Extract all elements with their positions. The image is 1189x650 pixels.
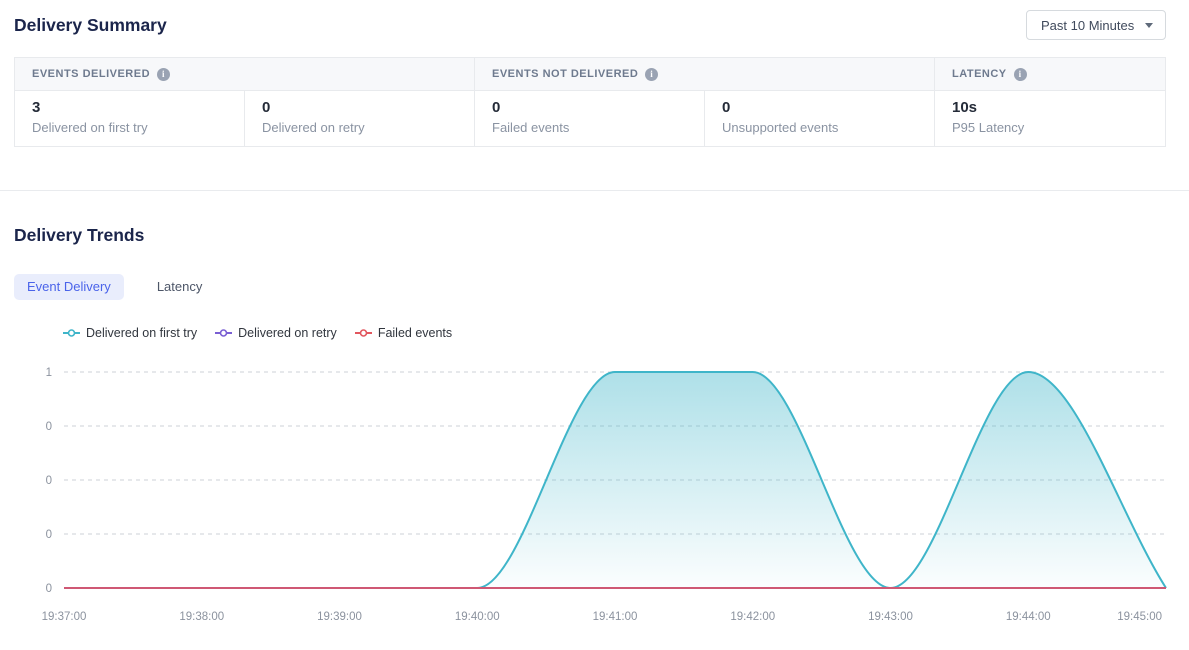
legend-marker-icon [62, 328, 81, 338]
metric-p95-latency: 10s P95 Latency [935, 91, 1165, 147]
x-axis-label: 19:37:00 [42, 611, 87, 623]
delivery-dashboard: Delivery Summary Past 10 Minutes EVENTS … [0, 0, 1189, 650]
page-title: Delivery Summary [14, 15, 167, 36]
legend-marker-icon [214, 328, 233, 338]
summary-column-header-events-delivered: EVENTS DELIVERED i [15, 58, 475, 90]
metric-value: 0 [492, 99, 704, 116]
time-range-value: Past 10 Minutes [1041, 18, 1134, 33]
x-axis-label: 19:39:00 [317, 611, 362, 623]
topbar: Delivery Summary Past 10 Minutes [14, 0, 1166, 50]
summary-column-header-events-not-delivered: EVENTS NOT DELIVERED i [475, 58, 935, 90]
summary-column-label: EVENTS DELIVERED [32, 68, 150, 80]
x-axis-label: 19:44:00 [1006, 611, 1051, 623]
metric-label: P95 Latency [952, 120, 1165, 135]
trends-title: Delivery Trends [14, 225, 144, 246]
metric-value: 3 [32, 99, 244, 116]
x-axis-label: 19:38:00 [179, 611, 224, 623]
metric-value: 0 [262, 99, 474, 116]
y-axis-label: 0 [46, 529, 52, 541]
summary-column-label: EVENTS NOT DELIVERED [492, 68, 638, 80]
legend-label: Delivered on retry [238, 326, 337, 340]
summary-table-body: 3 Delivered on first try 0 Delivered on ret… [15, 91, 1165, 147]
summary-table: EVENTS DELIVEREDiEVENTS NOT DELIVEREDiLA… [14, 57, 1166, 147]
metric-label: Unsupported events [722, 120, 934, 135]
metric-failed-events: 0 Failed events [475, 91, 705, 147]
chart-legend: Delivered on first try Delivered on retry… [62, 326, 452, 340]
info-icon[interactable]: i [1014, 68, 1027, 81]
legend-label: Failed events [378, 326, 452, 340]
y-axis-label: 0 [46, 475, 52, 487]
metric-delivered-on-retry: 0 Delivered on retry [245, 91, 475, 147]
y-axis-label: 1 [46, 367, 52, 379]
legend-item-failed-events[interactable]: Failed events [354, 326, 452, 340]
section-divider [0, 190, 1189, 191]
legend-item-delivered-on-retry[interactable]: Delivered on retry [214, 326, 337, 340]
trends-tabs: Event Delivery Latency [14, 274, 215, 300]
x-axis-label: 19:41:00 [593, 611, 638, 623]
legend-marker-icon [354, 328, 373, 338]
delivery-trends-chart: 1 0 0 0 0 19:37:00 19:38:00 19:39:00 19:40:00 19:… [0, 352, 1189, 650]
metric-delivered-on-first-try: 3 Delivered on first try [15, 91, 245, 147]
x-axis-label: 19:42:00 [730, 611, 775, 623]
summary-column-label: LATENCY [952, 68, 1007, 80]
info-icon[interactable]: i [645, 68, 658, 81]
summary-table-header: EVENTS DELIVEREDiEVENTS NOT DELIVEREDiLA… [15, 58, 1165, 91]
time-range-dropdown[interactable]: Past 10 Minutes [1026, 10, 1166, 40]
tab-latency[interactable]: Latency [144, 274, 216, 300]
tab-event-delivery[interactable]: Event Delivery [14, 274, 124, 300]
series-area-delivered-on-first-try [64, 372, 1166, 588]
caret-down-icon [1145, 23, 1153, 28]
y-axis-label: 0 [46, 421, 52, 433]
metric-label: Delivered on retry [262, 120, 474, 135]
x-axis-label: 19:45:00 [1117, 611, 1162, 623]
legend-item-delivered-on-first-try[interactable]: Delivered on first try [62, 326, 197, 340]
metric-label: Failed events [492, 120, 704, 135]
metric-label: Delivered on first try [32, 120, 244, 135]
x-axis-label: 19:43:00 [868, 611, 913, 623]
info-icon[interactable]: i [157, 68, 170, 81]
summary-column-header-latency: LATENCY i [935, 58, 1165, 90]
metric-unsupported-events: 0 Unsupported events [705, 91, 935, 147]
y-axis-label: 0 [46, 583, 52, 595]
legend-label: Delivered on first try [86, 326, 197, 340]
metric-value: 0 [722, 99, 934, 116]
metric-value: 10s [952, 99, 1165, 116]
x-axis-label: 19:40:00 [455, 611, 500, 623]
